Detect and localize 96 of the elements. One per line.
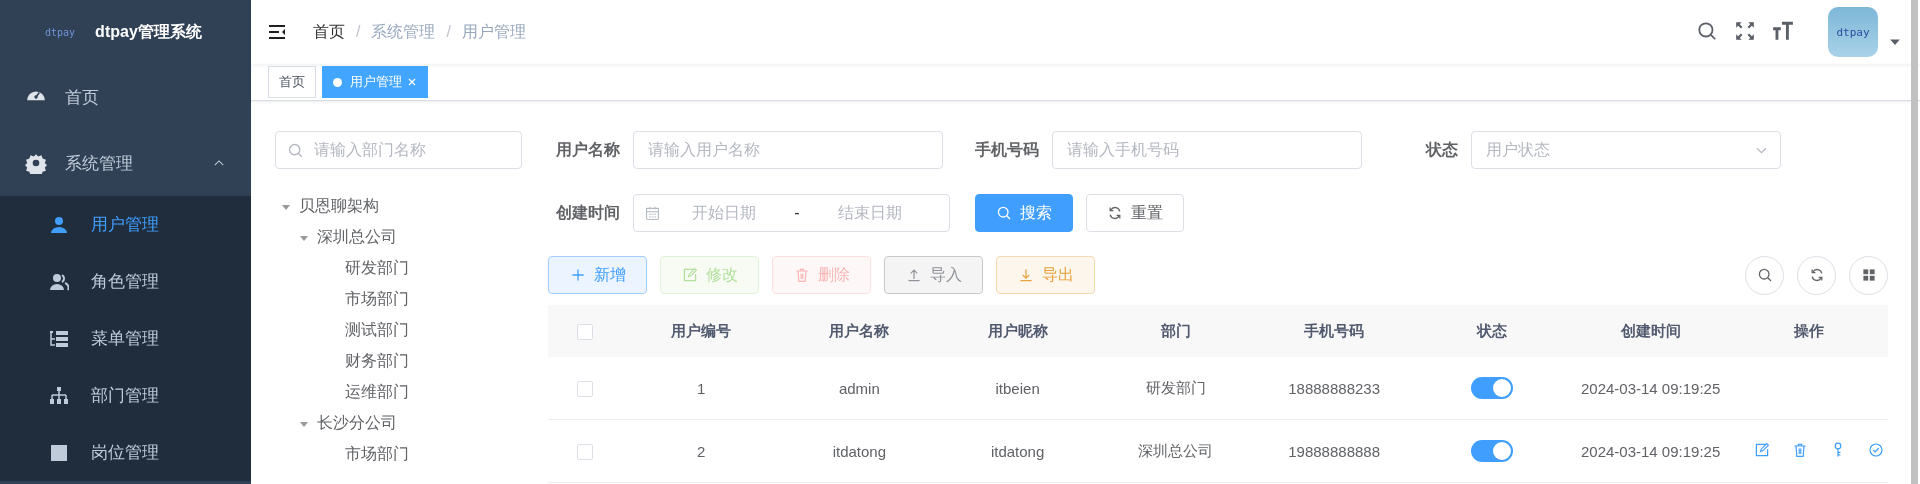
table-cell: 1 <box>622 357 781 420</box>
avatar[interactable]: dtpay <box>1828 7 1878 57</box>
edit-icon <box>1753 441 1770 458</box>
tree-node[interactable]: 长沙分公司 <box>281 408 522 439</box>
table-cell: 19888888888 <box>1255 419 1414 483</box>
check-circle-icon <box>1867 441 1884 458</box>
status-toggle[interactable] <box>1471 440 1514 462</box>
edit-icon <box>681 267 698 283</box>
search-icon <box>1696 20 1718 42</box>
breadcrumb-separator: / <box>356 23 361 41</box>
tree-node[interactable]: 贝恩聊架构 <box>281 191 522 222</box>
column-header: 用户编号 <box>622 305 781 357</box>
plus-icon <box>569 267 586 283</box>
upload-icon <box>905 267 922 283</box>
column-header: 用户昵称 <box>938 305 1097 357</box>
breadcrumb-item: 用户管理 <box>461 21 526 42</box>
table-cell: 2024-03-14 09:19:25 <box>1571 357 1730 420</box>
org-chart-icon <box>49 385 69 406</box>
column-header: 手机号码 <box>1255 305 1414 357</box>
calendar-icon <box>644 204 661 222</box>
range-separator: - <box>793 204 801 222</box>
search-icon <box>287 142 304 159</box>
table-cell: 研发部门 <box>1096 357 1255 420</box>
menu-item[interactable]: 首页 <box>0 64 251 130</box>
menu-toggle-button[interactable] <box>267 22 287 42</box>
square-icon <box>49 442 69 463</box>
app-title: dtpay管理系统 <box>95 21 202 42</box>
trash-icon <box>1791 441 1808 458</box>
table-cell: itdatong <box>780 419 939 483</box>
grid-icon <box>1860 267 1877 283</box>
field-label: 状态 <box>1424 139 1458 160</box>
start-date-placeholder: 开始日期 <box>691 202 757 223</box>
breadcrumb-item[interactable]: 首页 <box>313 21 345 43</box>
column-header: 创建时间 <box>1571 305 1730 357</box>
breadcrumb-separator: / <box>446 23 451 41</box>
submenu-item[interactable]: 岗位管理 <box>0 424 251 481</box>
menu-icon <box>267 22 287 42</box>
status-toggle[interactable] <box>1471 377 1514 399</box>
columns-button[interactable] <box>1849 255 1888 295</box>
column-header: 操作 <box>1729 305 1888 357</box>
users-icon <box>49 271 69 292</box>
tree-node[interactable]: 运维部门 <box>281 377 522 408</box>
status-select[interactable]: 用户状态 <box>1471 131 1781 169</box>
table-cell: admin <box>780 357 939 420</box>
table-cell: 2 <box>622 419 781 483</box>
column-header: 状态 <box>1413 305 1572 357</box>
search-icon <box>1756 267 1773 283</box>
submenu-item[interactable]: 用户管理 <box>0 196 251 253</box>
text-size-icon <box>1772 20 1794 42</box>
refresh-button[interactable] <box>1797 255 1836 295</box>
delete-action-button[interactable] <box>1791 441 1808 458</box>
reset-button[interactable]: 重置 <box>1086 194 1184 232</box>
trash-icon <box>793 267 810 283</box>
close-icon[interactable] <box>407 77 417 87</box>
assign-role-button[interactable] <box>1867 441 1884 458</box>
submenu-item[interactable]: 角色管理 <box>0 253 251 310</box>
fullscreen-icon <box>1734 20 1756 42</box>
tree-node[interactable]: 财务部门 <box>281 346 522 377</box>
dot-icon <box>333 77 342 87</box>
table-cell: 2024-03-14 09:19:25 <box>1571 419 1730 483</box>
tree-node[interactable]: 市场部门 <box>281 284 522 315</box>
tree-node[interactable]: 测试部门 <box>281 315 522 346</box>
settings-icon <box>25 152 47 174</box>
column-header: 部门 <box>1096 305 1255 357</box>
date-range-field[interactable]: 开始日期 - 结束日期 <box>633 194 950 232</box>
download-icon <box>1017 267 1034 283</box>
edit-action-button[interactable] <box>1753 441 1770 458</box>
input-field[interactable]: 请输入手机号码 <box>1052 131 1362 169</box>
row-checkbox[interactable] <box>577 381 593 397</box>
field-label: 创建时间 <box>555 202 620 223</box>
end-date-placeholder: 结束日期 <box>837 202 903 223</box>
row-checkbox[interactable] <box>577 444 593 460</box>
search-button[interactable] <box>1745 255 1784 295</box>
table-cell: itbeien <box>938 357 1097 420</box>
scrollbar[interactable] <box>1911 0 1918 484</box>
field-label: 手机号码 <box>974 139 1039 160</box>
list-icon <box>49 328 69 349</box>
refresh-icon <box>1107 205 1123 221</box>
field-label: 用户名称 <box>555 139 620 160</box>
tag[interactable]: 首页 <box>268 66 316 98</box>
tree-node[interactable]: 深圳总公司 <box>281 222 522 253</box>
menu-item[interactable]: 系统管理 <box>0 130 251 196</box>
select-all-checkbox[interactable] <box>577 324 593 340</box>
table-cell: 18888888233 <box>1255 357 1414 420</box>
tree-node[interactable]: 市场部门 <box>281 439 522 470</box>
submenu-item[interactable]: 菜单管理 <box>0 310 251 367</box>
submenu-item[interactable]: 部门管理 <box>0 367 251 424</box>
table-cell: 深圳总公司 <box>1096 419 1255 483</box>
column-header: 用户名称 <box>780 305 939 357</box>
logo: dtpay <box>45 26 76 38</box>
search-field[interactable]: 请输入部门名称 <box>275 131 522 169</box>
tree-node[interactable]: 研发部门 <box>281 253 522 284</box>
input-field[interactable]: 请输入用户名称 <box>633 131 943 169</box>
table-cell: itdatong <box>938 419 1097 483</box>
search-icon <box>996 205 1012 221</box>
user-icon <box>49 214 69 235</box>
